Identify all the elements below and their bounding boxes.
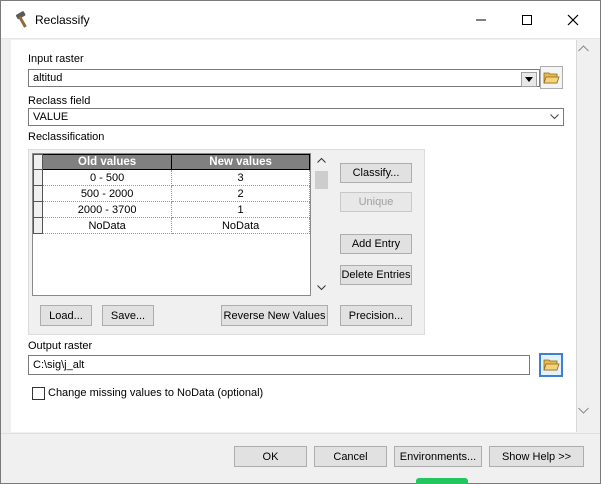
- chevron-down-icon: [525, 77, 533, 82]
- change-missing-values-label[interactable]: Change missing values to NoData (optiona…: [48, 387, 263, 399]
- table-row[interactable]: 2000 - 3700 1: [33, 201, 310, 218]
- precision-button[interactable]: Precision...: [340, 305, 412, 326]
- minimize-icon: [476, 19, 486, 21]
- old-value-cell[interactable]: 2000 - 3700: [41, 201, 173, 218]
- reclass-field-select[interactable]: VALUE: [28, 108, 564, 126]
- column-header-new-values[interactable]: New values: [171, 154, 310, 170]
- maximize-icon: [522, 15, 532, 25]
- new-value-cell[interactable]: NoData: [171, 217, 310, 234]
- ok-button[interactable]: OK: [234, 446, 307, 467]
- output-raster-input[interactable]: C:\sig\j_alt: [28, 355, 530, 375]
- title-bar: Reclassify: [1, 1, 600, 39]
- scroll-down-icon[interactable]: [578, 407, 589, 414]
- input-raster-value: altitud: [33, 72, 63, 84]
- reclassification-group: Old values New values 0 - 500 3 500 - 20: [28, 149, 425, 335]
- new-value-cell[interactable]: 2: [171, 185, 310, 202]
- close-icon: [567, 14, 579, 26]
- reverse-new-values-button[interactable]: Reverse New Values: [221, 305, 328, 326]
- new-value-cell[interactable]: 1: [171, 201, 310, 218]
- row-header[interactable]: [33, 185, 43, 202]
- reclass-field-value: VALUE: [33, 111, 69, 123]
- unique-button[interactable]: Unique: [340, 192, 412, 212]
- reclass-table-grid: Old values New values 0 - 500 3 500 - 20: [33, 154, 310, 234]
- delete-entries-button[interactable]: Delete Entries: [340, 265, 412, 285]
- save-button[interactable]: Save...: [102, 305, 154, 326]
- row-header[interactable]: [33, 217, 43, 234]
- table-row[interactable]: 500 - 2000 2: [33, 185, 310, 202]
- folder-open-icon: [543, 72, 560, 83]
- scroll-up-icon[interactable]: [578, 45, 589, 52]
- input-raster-label: Input raster: [28, 53, 84, 65]
- reclassification-label: Reclassification: [28, 131, 105, 143]
- new-value-cell[interactable]: 3: [171, 169, 310, 186]
- change-missing-values-checkbox[interactable]: [32, 387, 45, 400]
- old-value-cell[interactable]: 0 - 500: [41, 169, 173, 186]
- reclass-field-label: Reclass field: [28, 95, 91, 107]
- hammer-icon: [13, 10, 33, 30]
- row-header[interactable]: [33, 169, 43, 186]
- table-row[interactable]: NoData NoData: [33, 217, 310, 234]
- minimize-button[interactable]: [464, 8, 498, 32]
- chevron-down-icon: [550, 114, 559, 120]
- load-button[interactable]: Load...: [40, 305, 92, 326]
- input-raster-combo[interactable]: altitud: [28, 69, 540, 87]
- classify-button[interactable]: Classify...: [340, 163, 412, 183]
- parameters-panel: Input raster altitud Reclass field VALUE…: [11, 40, 577, 432]
- close-button[interactable]: [556, 8, 590, 32]
- folder-open-icon: [542, 359, 560, 371]
- dialog-footer: OK Cancel Environments... Show Help >>: [1, 433, 600, 483]
- output-raster-value: C:\sig\j_alt: [33, 359, 85, 371]
- cancel-button[interactable]: Cancel: [314, 446, 387, 467]
- reclass-table[interactable]: Old values New values 0 - 500 3 500 - 20: [32, 153, 311, 296]
- output-raster-label: Output raster: [28, 340, 93, 352]
- combo-dropdown-button[interactable]: [521, 72, 537, 87]
- environments-button[interactable]: Environments...: [394, 446, 482, 467]
- output-raster-browse-button[interactable]: [539, 353, 563, 377]
- scroll-down-icon[interactable]: [317, 285, 326, 291]
- maximize-button[interactable]: [510, 8, 544, 32]
- old-value-cell[interactable]: 500 - 2000: [41, 185, 173, 202]
- table-scrollbar[interactable]: [314, 153, 329, 296]
- window-title: Reclassify: [35, 13, 90, 27]
- scroll-up-icon[interactable]: [317, 157, 326, 163]
- row-header-corner: [33, 154, 43, 170]
- input-raster-browse-button[interactable]: [540, 66, 563, 89]
- background-decoration: [416, 478, 468, 484]
- row-header[interactable]: [33, 201, 43, 218]
- table-row[interactable]: 0 - 500 3: [33, 169, 310, 186]
- show-help-button[interactable]: Show Help >>: [489, 446, 584, 467]
- column-header-old-values[interactable]: Old values: [41, 154, 173, 170]
- scrollbar-thumb[interactable]: [315, 171, 328, 189]
- old-value-cell[interactable]: NoData: [41, 217, 173, 234]
- reclassify-dialog: Reclassify Input raster altitud Reclass …: [0, 0, 601, 484]
- add-entry-button[interactable]: Add Entry: [340, 234, 412, 254]
